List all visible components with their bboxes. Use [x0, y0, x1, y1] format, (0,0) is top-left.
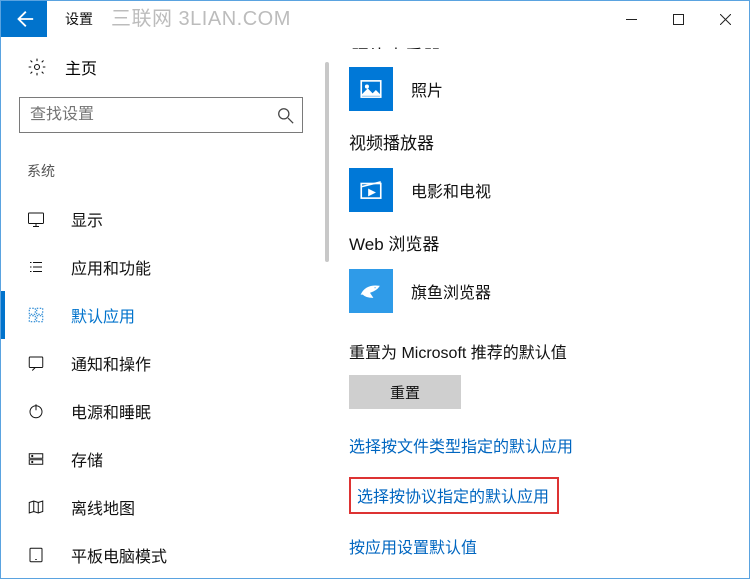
link-set-by-app[interactable]: 按应用设置默认值 [349, 534, 477, 558]
watermark-text: 三联网 3LIAN.COM [111, 1, 608, 37]
link-choose-by-filetype[interactable]: 选择按文件类型指定的默认应用 [349, 433, 573, 457]
search-icon [268, 107, 302, 124]
sidebar-item-tablet-mode[interactable]: 平板电脑模式 [1, 531, 321, 579]
swordfish-browser-tile [349, 269, 393, 313]
maximize-icon [673, 14, 684, 25]
search-input[interactable] [20, 106, 268, 124]
sidebar: 主页 系统 显示 应用和功能 [1, 37, 321, 578]
sidebar-item-label: 电源和睡眠 [71, 399, 151, 423]
sidebar-nav: 显示 应用和功能 默认应用 通知和操作 电源和睡眠 [1, 195, 321, 579]
minimize-button[interactable] [608, 1, 655, 37]
minimize-icon [626, 14, 637, 25]
sidebar-item-default-apps[interactable]: 默认应用 [1, 291, 321, 339]
map-icon [27, 498, 45, 516]
default-browser-app[interactable]: 旗鱼浏览器 [349, 269, 749, 313]
sidebar-item-label: 通知和操作 [71, 351, 151, 375]
sidebar-group-label: 系统 [1, 151, 321, 195]
tablet-icon [27, 546, 45, 564]
sidebar-item-label: 显示 [71, 207, 103, 231]
reset-description: 重置为 Microsoft 推荐的默认值 [349, 339, 749, 363]
sidebar-item-label: 存储 [71, 447, 103, 471]
photo-app-label: 照片 [411, 77, 443, 101]
window-controls [608, 1, 749, 37]
power-icon [27, 402, 45, 420]
section-browser-heading: Web 浏览器 [349, 230, 749, 255]
sidebar-home-label: 主页 [65, 55, 97, 79]
sidebar-item-offline-maps[interactable]: 离线地图 [1, 483, 321, 531]
default-apps-icon [27, 306, 45, 324]
gear-icon [27, 57, 47, 77]
sidebar-item-apps[interactable]: 应用和功能 [1, 243, 321, 291]
settings-window: 设置 三联网 3LIAN.COM 主页 [0, 0, 750, 579]
sidebar-item-label: 默认应用 [71, 303, 135, 327]
sidebar-item-power[interactable]: 电源和睡眠 [1, 387, 321, 435]
default-photo-app[interactable]: 照片 [349, 67, 749, 111]
content-pane: 照片查看器 照片 视频播放器 电影和电视 Web 浏览器 [335, 37, 749, 578]
video-app-label: 电影和电视 [411, 178, 491, 202]
reset-button[interactable]: 重置 [349, 375, 461, 409]
sidebar-item-display[interactable]: 显示 [1, 195, 321, 243]
section-photo-viewer-heading: 照片查看器 [349, 43, 749, 49]
scroll-thumb[interactable] [325, 62, 329, 262]
content-scrollbar[interactable] [321, 37, 335, 578]
movies-tv-icon [358, 177, 384, 203]
display-icon [27, 210, 45, 228]
sidebar-item-label: 离线地图 [71, 495, 135, 519]
advanced-links: 选择按文件类型指定的默认应用 选择按协议指定的默认应用 按应用设置默认值 [349, 433, 749, 558]
sidebar-item-label: 应用和功能 [71, 255, 151, 279]
sidebar-item-notifications[interactable]: 通知和操作 [1, 339, 321, 387]
swordfish-icon [358, 278, 384, 304]
arrow-left-icon [13, 8, 35, 30]
section-video-heading: 视频播放器 [349, 129, 749, 154]
browser-app-label: 旗鱼浏览器 [411, 279, 491, 303]
movies-tv-app-tile [349, 168, 393, 212]
photos-app-tile [349, 67, 393, 111]
maximize-button[interactable] [655, 1, 702, 37]
close-icon [720, 14, 731, 25]
sidebar-home[interactable]: 主页 [1, 55, 321, 97]
storage-icon [27, 450, 45, 468]
default-video-app[interactable]: 电影和电视 [349, 168, 749, 212]
search-box[interactable] [19, 97, 303, 133]
sidebar-item-storage[interactable]: 存储 [1, 435, 321, 483]
close-button[interactable] [702, 1, 749, 37]
back-button[interactable] [1, 1, 47, 37]
photos-icon [358, 76, 384, 102]
link-choose-by-protocol[interactable]: 选择按协议指定的默认应用 [349, 477, 559, 514]
notifications-icon [27, 354, 45, 372]
apps-list-icon [27, 258, 45, 276]
titlebar: 设置 三联网 3LIAN.COM [1, 1, 749, 37]
sidebar-item-label: 平板电脑模式 [71, 543, 167, 567]
window-title: 设置 [47, 1, 111, 37]
